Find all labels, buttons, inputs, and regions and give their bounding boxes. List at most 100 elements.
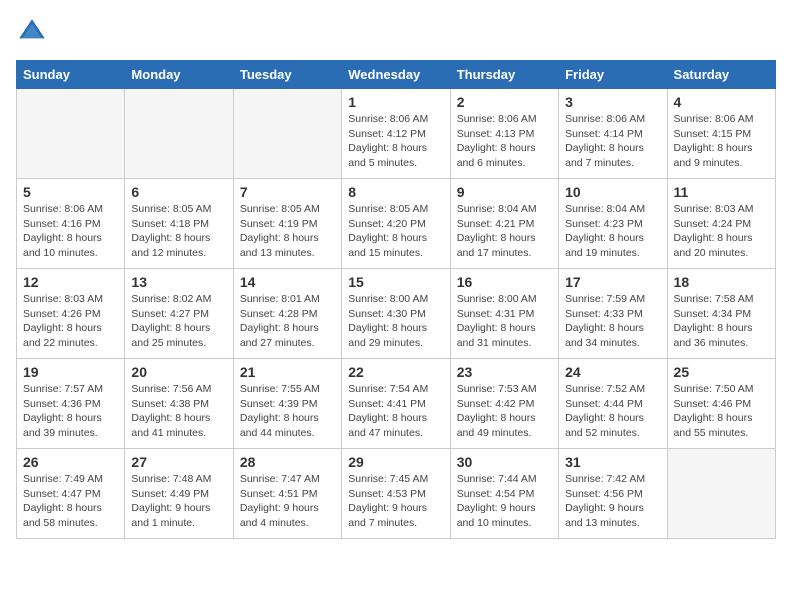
weekday-header-saturday: Saturday bbox=[667, 61, 775, 89]
calendar-cell: 1 Sunrise: 8:06 AM Sunset: 4:12 PM Daylig… bbox=[342, 89, 450, 179]
day-info: Sunrise: 7:50 AM Sunset: 4:46 PM Dayligh… bbox=[674, 382, 769, 441]
day-number: 28 bbox=[240, 454, 335, 470]
calendar-cell: 21Sunrise: 7:55 AM Sunset: 4:39 PM Dayli… bbox=[233, 359, 341, 449]
week-row-2: 5 Sunrise: 8:06 AM Sunset: 4:16 PM Daylig… bbox=[17, 179, 776, 269]
day-info: Sunrise: 8:00 AM Sunset: 4:31 PM Dayligh… bbox=[457, 292, 552, 351]
day-info: Sunrise: 8:06 AM Sunset: 4:14 PM Dayligh… bbox=[565, 112, 660, 171]
day-info: Sunrise: 8:05 AM Sunset: 4:18 PM Dayligh… bbox=[131, 202, 226, 261]
logo bbox=[16, 16, 52, 48]
day-info: Sunrise: 7:57 AM Sunset: 4:36 PM Dayligh… bbox=[23, 382, 118, 441]
day-info: Sunrise: 8:03 AM Sunset: 4:24 PM Dayligh… bbox=[674, 202, 769, 261]
calendar-cell: 28 Sunrise: 7:47 AM Sunset: 4:51 PM Dayli… bbox=[233, 449, 341, 539]
day-number: 19 bbox=[23, 364, 118, 380]
day-info: Sunrise: 7:56 AM Sunset: 4:38 PM Dayligh… bbox=[131, 382, 226, 441]
day-number: 14 bbox=[240, 274, 335, 290]
day-number: 3 bbox=[565, 94, 660, 110]
day-info: Sunrise: 8:02 AM Sunset: 4:27 PM Dayligh… bbox=[131, 292, 226, 351]
calendar-cell: 31 Sunrise: 7:42 AM Sunset: 4:56 PM Dayli… bbox=[559, 449, 667, 539]
day-number: 9 bbox=[457, 184, 552, 200]
day-number: 5 bbox=[23, 184, 118, 200]
calendar-cell: 8 Sunrise: 8:05 AM Sunset: 4:20 PM Daylig… bbox=[342, 179, 450, 269]
day-number: 15 bbox=[348, 274, 443, 290]
calendar-cell: 16 Sunrise: 8:00 AM Sunset: 4:31 PM Dayli… bbox=[450, 269, 558, 359]
week-row-5: 26 Sunrise: 7:49 AM Sunset: 4:47 PM Dayli… bbox=[17, 449, 776, 539]
calendar-cell: 24 Sunrise: 7:52 AM Sunset: 4:44 PM Dayli… bbox=[559, 359, 667, 449]
day-number: 20 bbox=[131, 364, 226, 380]
calendar-cell: 9 Sunrise: 8:04 AM Sunset: 4:21 PM Daylig… bbox=[450, 179, 558, 269]
day-info: Sunrise: 8:01 AM Sunset: 4:28 PM Dayligh… bbox=[240, 292, 335, 351]
day-number: 30 bbox=[457, 454, 552, 470]
day-info: Sunrise: 8:04 AM Sunset: 4:21 PM Dayligh… bbox=[457, 202, 552, 261]
calendar-cell: 14 Sunrise: 8:01 AM Sunset: 4:28 PM Dayli… bbox=[233, 269, 341, 359]
day-info: Sunrise: 7:42 AM Sunset: 4:56 PM Dayligh… bbox=[565, 472, 660, 531]
calendar-cell: 23 Sunrise: 7:53 AM Sunset: 4:42 PM Dayli… bbox=[450, 359, 558, 449]
day-number: 23 bbox=[457, 364, 552, 380]
day-info: Sunrise: 8:03 AM Sunset: 4:26 PM Dayligh… bbox=[23, 292, 118, 351]
calendar-cell: 30 Sunrise: 7:44 AM Sunset: 4:54 PM Dayli… bbox=[450, 449, 558, 539]
weekday-header-thursday: Thursday bbox=[450, 61, 558, 89]
day-info: Sunrise: 8:05 AM Sunset: 4:20 PM Dayligh… bbox=[348, 202, 443, 261]
calendar-cell: 7 Sunrise: 8:05 AM Sunset: 4:19 PM Daylig… bbox=[233, 179, 341, 269]
day-number: 6 bbox=[131, 184, 226, 200]
day-info: Sunrise: 7:54 AM Sunset: 4:41 PM Dayligh… bbox=[348, 382, 443, 441]
calendar-cell bbox=[667, 449, 775, 539]
week-row-3: 12Sunrise: 8:03 AM Sunset: 4:26 PM Dayli… bbox=[17, 269, 776, 359]
day-number: 7 bbox=[240, 184, 335, 200]
day-info: Sunrise: 8:00 AM Sunset: 4:30 PM Dayligh… bbox=[348, 292, 443, 351]
day-number: 25 bbox=[674, 364, 769, 380]
day-number: 16 bbox=[457, 274, 552, 290]
day-info: Sunrise: 7:48 AM Sunset: 4:49 PM Dayligh… bbox=[131, 472, 226, 531]
weekday-header-tuesday: Tuesday bbox=[233, 61, 341, 89]
weekday-header-friday: Friday bbox=[559, 61, 667, 89]
calendar-cell: 10Sunrise: 8:04 AM Sunset: 4:23 PM Dayli… bbox=[559, 179, 667, 269]
weekday-header-monday: Monday bbox=[125, 61, 233, 89]
weekday-header-sunday: Sunday bbox=[17, 61, 125, 89]
day-info: Sunrise: 8:06 AM Sunset: 4:16 PM Dayligh… bbox=[23, 202, 118, 261]
calendar-cell: 12Sunrise: 8:03 AM Sunset: 4:26 PM Dayli… bbox=[17, 269, 125, 359]
day-info: Sunrise: 7:59 AM Sunset: 4:33 PM Dayligh… bbox=[565, 292, 660, 351]
calendar-cell: 2 Sunrise: 8:06 AM Sunset: 4:13 PM Daylig… bbox=[450, 89, 558, 179]
day-info: Sunrise: 7:44 AM Sunset: 4:54 PM Dayligh… bbox=[457, 472, 552, 531]
day-number: 2 bbox=[457, 94, 552, 110]
calendar-table: SundayMondayTuesdayWednesdayThursdayFrid… bbox=[16, 60, 776, 539]
day-info: Sunrise: 7:52 AM Sunset: 4:44 PM Dayligh… bbox=[565, 382, 660, 441]
day-info: Sunrise: 8:06 AM Sunset: 4:12 PM Dayligh… bbox=[348, 112, 443, 171]
calendar-cell: 18Sunrise: 7:58 AM Sunset: 4:34 PM Dayli… bbox=[667, 269, 775, 359]
day-number: 21 bbox=[240, 364, 335, 380]
page-header bbox=[16, 16, 776, 48]
calendar-cell: 11 Sunrise: 8:03 AM Sunset: 4:24 PM Dayli… bbox=[667, 179, 775, 269]
calendar-cell bbox=[125, 89, 233, 179]
week-row-4: 19 Sunrise: 7:57 AM Sunset: 4:36 PM Dayli… bbox=[17, 359, 776, 449]
calendar-cell: 15 Sunrise: 8:00 AM Sunset: 4:30 PM Dayli… bbox=[342, 269, 450, 359]
day-info: Sunrise: 8:05 AM Sunset: 4:19 PM Dayligh… bbox=[240, 202, 335, 261]
week-row-1: 1 Sunrise: 8:06 AM Sunset: 4:12 PM Daylig… bbox=[17, 89, 776, 179]
day-number: 26 bbox=[23, 454, 118, 470]
weekday-header-row: SundayMondayTuesdayWednesdayThursdayFrid… bbox=[17, 61, 776, 89]
calendar-cell: 3 Sunrise: 8:06 AM Sunset: 4:14 PM Daylig… bbox=[559, 89, 667, 179]
calendar-cell: 4Sunrise: 8:06 AM Sunset: 4:15 PM Daylig… bbox=[667, 89, 775, 179]
day-number: 8 bbox=[348, 184, 443, 200]
day-info: Sunrise: 7:47 AM Sunset: 4:51 PM Dayligh… bbox=[240, 472, 335, 531]
day-number: 24 bbox=[565, 364, 660, 380]
day-number: 17 bbox=[565, 274, 660, 290]
logo-icon bbox=[16, 16, 48, 48]
day-info: Sunrise: 8:04 AM Sunset: 4:23 PM Dayligh… bbox=[565, 202, 660, 261]
calendar-cell bbox=[233, 89, 341, 179]
calendar-cell: 6 Sunrise: 8:05 AM Sunset: 4:18 PM Daylig… bbox=[125, 179, 233, 269]
day-info: Sunrise: 8:06 AM Sunset: 4:13 PM Dayligh… bbox=[457, 112, 552, 171]
calendar-cell: 26 Sunrise: 7:49 AM Sunset: 4:47 PM Dayli… bbox=[17, 449, 125, 539]
day-number: 13 bbox=[131, 274, 226, 290]
day-number: 22 bbox=[348, 364, 443, 380]
day-info: Sunrise: 7:49 AM Sunset: 4:47 PM Dayligh… bbox=[23, 472, 118, 531]
calendar-cell: 17 Sunrise: 7:59 AM Sunset: 4:33 PM Dayli… bbox=[559, 269, 667, 359]
calendar-cell: 13 Sunrise: 8:02 AM Sunset: 4:27 PM Dayli… bbox=[125, 269, 233, 359]
calendar-cell: 19 Sunrise: 7:57 AM Sunset: 4:36 PM Dayli… bbox=[17, 359, 125, 449]
day-info: Sunrise: 7:45 AM Sunset: 4:53 PM Dayligh… bbox=[348, 472, 443, 531]
day-info: Sunrise: 7:53 AM Sunset: 4:42 PM Dayligh… bbox=[457, 382, 552, 441]
calendar-cell: 29Sunrise: 7:45 AM Sunset: 4:53 PM Dayli… bbox=[342, 449, 450, 539]
day-number: 1 bbox=[348, 94, 443, 110]
weekday-header-wednesday: Wednesday bbox=[342, 61, 450, 89]
calendar-cell: 20 Sunrise: 7:56 AM Sunset: 4:38 PM Dayli… bbox=[125, 359, 233, 449]
day-number: 11 bbox=[674, 184, 769, 200]
day-number: 31 bbox=[565, 454, 660, 470]
